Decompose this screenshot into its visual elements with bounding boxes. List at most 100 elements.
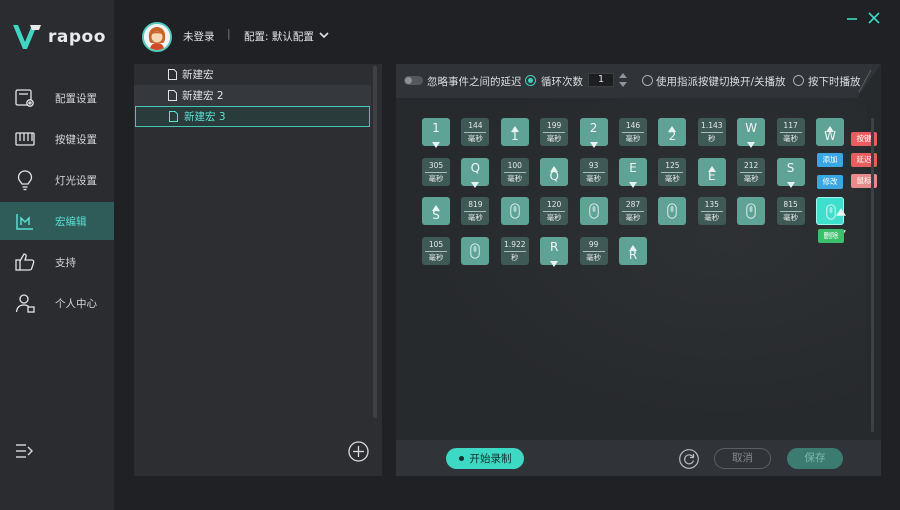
- delay-event[interactable]: 135 毫秒: [697, 197, 726, 225]
- sidebar-item-label: 个人中心: [55, 297, 97, 310]
- delay-value: 146: [625, 121, 641, 130]
- delay-unit: 毫秒: [546, 213, 562, 222]
- macro-item[interactable]: 新建宏: [134, 64, 371, 85]
- login-status[interactable]: 未登录: [183, 29, 215, 44]
- sidebar-item-support[interactable]: 支持: [0, 243, 114, 281]
- key-up-event[interactable]: E: [697, 157, 726, 186]
- key-down-event[interactable]: Q: [461, 157, 490, 188]
- key-up-event[interactable]: 1: [500, 118, 529, 146]
- event-grid-scrollbar[interactable]: [871, 118, 874, 432]
- key-down-event[interactable]: R: [540, 236, 569, 267]
- delay-event[interactable]: 146 毫秒: [619, 118, 647, 146]
- delay-event[interactable]: 819 毫秒: [461, 197, 490, 225]
- delay-event[interactable]: 120 毫秒: [540, 197, 569, 225]
- sidebar-item-macro[interactable]: 宏编辑: [0, 202, 114, 240]
- delete-event-button[interactable]: 删除: [818, 229, 844, 243]
- macro-list-scrollbar[interactable]: [373, 66, 377, 418]
- mouse-event[interactable]: [579, 197, 608, 225]
- key-label: E: [629, 160, 637, 175]
- delay-unit: 毫秒: [428, 173, 444, 183]
- delay-unit: 毫秒: [783, 134, 799, 143]
- delay-event[interactable]: 815 毫秒: [776, 197, 805, 225]
- delay-divider: [622, 211, 644, 212]
- delay-event[interactable]: 93 毫秒: [579, 157, 608, 186]
- mouse-event[interactable]: [500, 197, 529, 225]
- key-down-event[interactable]: 2: [579, 118, 608, 148]
- sidebar-item-keys[interactable]: 按键设置: [0, 120, 114, 158]
- loop-count-stepper-icon[interactable]: [618, 72, 628, 88]
- delay-event[interactable]: 100 毫秒: [500, 157, 529, 186]
- avatar[interactable]: [142, 22, 172, 52]
- delay-value: 1.143: [701, 121, 723, 130]
- mouse-event[interactable]: [461, 236, 490, 265]
- start-record-label: 开始录制: [469, 453, 512, 465]
- delay-divider: [582, 171, 605, 173]
- menu-collapse-icon[interactable]: [14, 441, 34, 461]
- delay-event[interactable]: 105 毫秒: [422, 236, 450, 265]
- loop-count-input[interactable]: 1: [588, 73, 614, 87]
- minimize-icon[interactable]: [844, 10, 860, 26]
- key-down-event[interactable]: S: [776, 157, 805, 188]
- light-bulb-icon: [17, 170, 33, 191]
- toggle-key-radio[interactable]: [642, 75, 653, 86]
- macro-item-selected[interactable]: 新建宏 3: [135, 106, 370, 127]
- close-icon[interactable]: [866, 10, 882, 26]
- sidebar-item-lighting[interactable]: 灯光设置: [0, 161, 114, 199]
- delay-divider: [543, 211, 566, 212]
- delay-event[interactable]: 117 毫秒: [776, 118, 805, 146]
- save-button[interactable]: 保存: [787, 448, 843, 469]
- delay-value: 100: [507, 160, 522, 170]
- profile-selector[interactable]: 配置: 默认配置: [244, 29, 314, 44]
- macro-item[interactable]: 新建宏 2: [134, 85, 371, 106]
- key-up-event[interactable]: W: [816, 118, 844, 146]
- sidebar-item-label: 配置设置: [55, 92, 97, 105]
- delay-value: 1.922: [504, 239, 526, 249]
- delay-unit: 毫秒: [783, 213, 799, 222]
- sidebar-item-config[interactable]: 配置设置: [0, 79, 114, 117]
- ignore-delay-label: 忽略事件之间的延迟: [427, 76, 522, 88]
- delay-event[interactable]: 287 毫秒: [619, 197, 647, 225]
- key-up-event[interactable]: Q: [540, 157, 569, 186]
- delay-event[interactable]: 1.143 秒: [697, 118, 726, 146]
- delay-event[interactable]: 199 毫秒: [540, 118, 569, 146]
- sidebar-item-user-center[interactable]: 个人中心: [0, 284, 114, 322]
- hold-play-radio[interactable]: [793, 75, 804, 86]
- delay-event[interactable]: 1.922 秒: [500, 236, 529, 265]
- key-up-event[interactable]: S: [422, 197, 450, 225]
- app-window: rapoo 配置设置 按键设置 灯光设置 宏编辑 支持 个人中心 未登录 | 配…: [0, 0, 900, 510]
- chevron-down-icon[interactable]: [318, 29, 330, 41]
- delay-event[interactable]: 125 毫秒: [658, 157, 687, 186]
- key-up-event[interactable]: 2: [658, 118, 687, 146]
- ignore-delay-toggle[interactable]: [404, 76, 423, 85]
- sidebar-item-label: 宏编辑: [55, 215, 87, 228]
- delay-value: 199: [547, 121, 562, 130]
- delay-divider: [425, 171, 447, 173]
- key-label: Q: [470, 160, 481, 175]
- add-macro-icon[interactable]: [348, 441, 369, 462]
- delay-event[interactable]: 99 毫秒: [579, 236, 608, 265]
- delay-value: 99: [588, 239, 599, 249]
- start-record-button[interactable]: 开始录制: [446, 448, 524, 469]
- key-up-arrow-icon: [550, 161, 559, 172]
- delay-event[interactable]: 212 毫秒: [737, 157, 766, 186]
- delay-unit: 毫秒: [625, 134, 641, 143]
- add-event-button[interactable]: 添加: [817, 153, 843, 167]
- cancel-button[interactable]: 取消: [714, 448, 771, 469]
- key-up-arrow-icon: [629, 240, 637, 251]
- delay-event[interactable]: 144 毫秒: [461, 118, 490, 146]
- refresh-icon[interactable]: [679, 449, 699, 469]
- key-up-event[interactable]: R: [619, 236, 647, 265]
- key-down-event[interactable]: E: [619, 157, 647, 188]
- loop-count-radio[interactable]: [525, 75, 536, 86]
- key-down-arrow-icon: [550, 256, 559, 267]
- key-down-event[interactable]: 1: [422, 118, 450, 148]
- delay-unit: 毫秒: [625, 213, 641, 222]
- mouse-event[interactable]: [658, 197, 687, 225]
- mouse-event-selected[interactable]: [816, 197, 846, 238]
- avatar-icon: [144, 24, 170, 50]
- delay-unit: 毫秒: [704, 213, 720, 222]
- mouse-event[interactable]: [737, 197, 766, 225]
- modify-event-button[interactable]: 修改: [817, 175, 843, 189]
- key-down-event[interactable]: W: [737, 118, 766, 148]
- delay-event[interactable]: 305 毫秒: [422, 157, 450, 186]
